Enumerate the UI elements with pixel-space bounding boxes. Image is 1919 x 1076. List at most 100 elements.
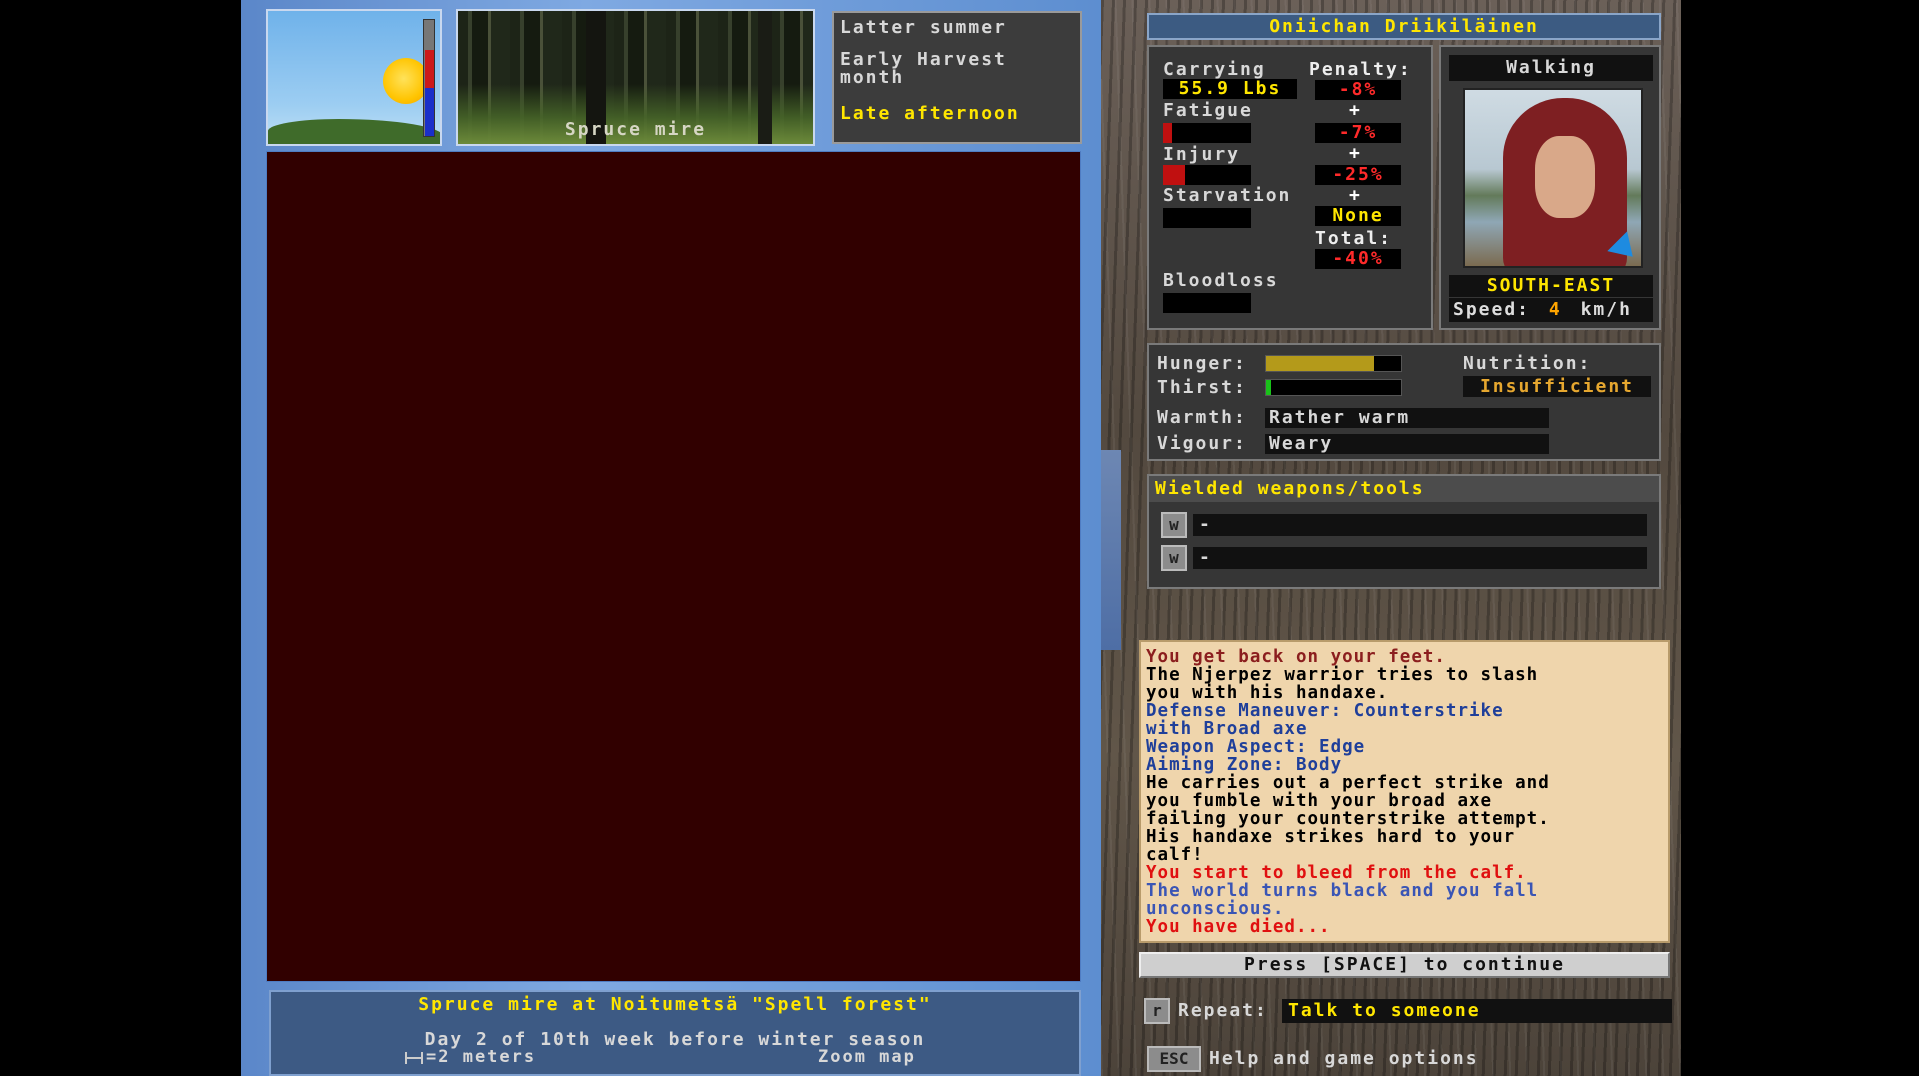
- bloodloss-label: Bloodloss: [1163, 270, 1279, 291]
- log-line: You have died...: [1146, 917, 1331, 937]
- log-line: with Broad axe: [1146, 719, 1308, 739]
- portrait-box: Walking SOUTH-EAST Speed: 4 km/h: [1439, 45, 1661, 330]
- lake-background: [1101, 450, 1121, 650]
- esc-key[interactable]: ESC: [1147, 1046, 1201, 1072]
- log-line: Aiming Zone: Body: [1146, 755, 1343, 775]
- map-view[interactable]: [266, 151, 1081, 982]
- log-lines: You get back on your feet. The Njerpez wa…: [1146, 648, 1663, 936]
- speed-value: 4: [1548, 299, 1562, 320]
- scale-bar-icon: [405, 1052, 423, 1064]
- thirst-bar-fill: [1266, 380, 1272, 395]
- thirst-label: Thirst:: [1157, 377, 1247, 398]
- season-label: Latter summer: [840, 17, 1007, 38]
- hunger-bar-fill: [1266, 356, 1374, 371]
- injury-label: Injury: [1163, 144, 1241, 165]
- fatigue-bar: [1163, 123, 1251, 143]
- help-label: Help and game options: [1209, 1048, 1479, 1069]
- bloodloss-bar: [1163, 293, 1251, 313]
- zoom-map-button[interactable]: Zoom map: [818, 1047, 916, 1067]
- month-label: Early Harvest month: [840, 49, 1007, 88]
- time-of-day-label: Late afternoon: [840, 103, 1020, 124]
- repeat-row[interactable]: r Repeat: Talk to someone: [1144, 998, 1674, 1026]
- temperature-gauge: [423, 19, 435, 137]
- weapon-slot-value: -: [1193, 514, 1647, 536]
- carry-penalty: -8%: [1315, 80, 1401, 100]
- direction-label: SOUTH-EAST: [1449, 275, 1653, 297]
- carrying-label: Carrying: [1163, 59, 1266, 80]
- hunger-bar: [1265, 355, 1402, 372]
- date-line: Day 2 of 10th week before winter season: [424, 1029, 926, 1050]
- log-line: You get back on your feet.: [1146, 647, 1446, 667]
- fatigue-label: Fatigue: [1163, 100, 1253, 121]
- penalty-label: Penalty:: [1309, 59, 1412, 80]
- location-image: Spruce mire: [456, 9, 815, 146]
- hunger-label: Hunger:: [1157, 353, 1247, 374]
- location-image-label: Spruce mire: [564, 119, 707, 140]
- injury-bar-fill: [1163, 165, 1185, 185]
- weapon-slot-1[interactable]: w -: [1161, 512, 1647, 538]
- log-line: The world turns black and you fall: [1146, 881, 1539, 901]
- starvation-bar: [1163, 208, 1251, 228]
- status-box: Carrying Penalty: 55.9 Lbs -8% Fatigue +…: [1147, 45, 1433, 330]
- log-line: unconscious.: [1146, 899, 1285, 919]
- repeat-key-r[interactable]: r: [1144, 998, 1170, 1024]
- plus-sign: +: [1349, 100, 1362, 121]
- repeat-label: Repeat:: [1178, 1000, 1268, 1021]
- continue-prompt[interactable]: Press [SPACE] to continue: [1139, 952, 1670, 978]
- weapon-key-w[interactable]: w: [1161, 512, 1187, 538]
- starvation-label: Starvation: [1163, 185, 1292, 206]
- speed-row: Speed: 4 km/h: [1449, 298, 1653, 322]
- character-portrait: [1463, 88, 1643, 268]
- left-panel: Spruce mire Latter summer Early Harvest …: [241, 0, 1101, 1076]
- repeat-value: Talk to someone: [1282, 999, 1672, 1023]
- plus-sign: +: [1349, 143, 1362, 164]
- weapons-box: Wielded weapons/tools w - w -: [1147, 474, 1661, 589]
- weapon-slot-2[interactable]: w -: [1161, 545, 1647, 571]
- log-line: He carries out a perfect strike and: [1146, 773, 1550, 793]
- fatigue-penalty: -7%: [1315, 123, 1401, 143]
- warmth-value: Rather warm: [1265, 408, 1549, 428]
- weapon-key-w[interactable]: w: [1161, 545, 1187, 571]
- weapons-title: Wielded weapons/tools: [1149, 476, 1659, 502]
- speed-label: Speed:: [1453, 299, 1531, 320]
- movement-mode[interactable]: Walking: [1449, 55, 1653, 81]
- nutrition-label: Nutrition:: [1463, 353, 1592, 374]
- time-panel: Latter summer Early Harvest month Late a…: [832, 11, 1082, 144]
- right-panel: Oniichan Driikiläinen Carrying Penalty: …: [1101, 0, 1681, 1076]
- log-line: you with his handaxe.: [1146, 683, 1389, 703]
- character-name-bar: Oniichan Driikiläinen: [1147, 13, 1661, 40]
- help-row[interactable]: ESC Help and game options: [1147, 1046, 1567, 1074]
- warmth-label: Warmth:: [1157, 407, 1247, 428]
- vigour-value: Weary: [1265, 434, 1549, 454]
- log-line: His handaxe strikes hard to your: [1146, 827, 1516, 847]
- location-line: Spruce mire at Noitumetsä "Spell forest": [418, 994, 932, 1015]
- log-line: calf!: [1146, 845, 1204, 865]
- total-label: Total:: [1315, 228, 1393, 249]
- log-line: Weapon Aspect: Edge: [1146, 737, 1366, 757]
- log-line: The Njerpez warrior tries to slash: [1146, 665, 1539, 685]
- speed-unit: km/h: [1580, 299, 1632, 320]
- log-line: failing your counterstrike attempt.: [1146, 809, 1550, 829]
- map-footer: Spruce mire at Noitumetsä "Spell forest"…: [269, 990, 1081, 1076]
- injury-penalty: -25%: [1315, 165, 1401, 185]
- injury-bar: [1163, 165, 1251, 185]
- fatigue-bar-fill: [1163, 123, 1172, 143]
- nutrition-value: Insufficient: [1463, 376, 1651, 397]
- character-name: Oniichan Driikiläinen: [1269, 16, 1539, 37]
- weapon-slot-value: -: [1193, 547, 1647, 569]
- scale-label: =2 meters: [426, 1047, 537, 1067]
- message-log: You get back on your feet. The Njerpez wa…: [1139, 640, 1670, 943]
- vigour-label: Vigour:: [1157, 433, 1247, 454]
- treeline-icon: [268, 119, 440, 144]
- face: [1535, 136, 1595, 218]
- log-line: You start to bleed from the calf.: [1146, 863, 1527, 883]
- log-line: Defense Maneuver: Counterstrike: [1146, 701, 1504, 721]
- carrying-value: 55.9 Lbs: [1163, 79, 1297, 99]
- thirst-bar: [1265, 379, 1402, 396]
- plus-sign: +: [1349, 185, 1362, 206]
- log-line: you fumble with your broad axe: [1146, 791, 1493, 811]
- starvation-penalty: None: [1315, 206, 1401, 226]
- total-penalty: -40%: [1315, 249, 1401, 269]
- weather-sky-panel: [266, 9, 442, 146]
- needs-box: Hunger: Thirst: Nutrition: Insufficient …: [1147, 343, 1661, 461]
